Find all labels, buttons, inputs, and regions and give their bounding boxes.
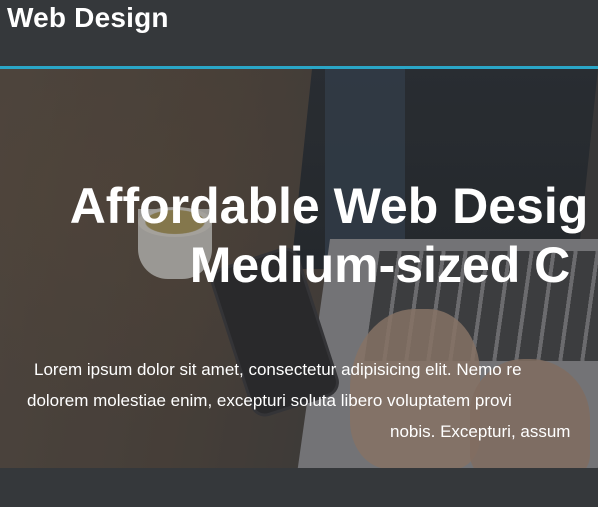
hero-title: Affordable Web Desig Medium-sized C <box>0 177 598 294</box>
hero-title-line-2: Medium-sized C <box>189 237 571 293</box>
top-nav-bar: Web Design <box>0 0 598 69</box>
hero-description: Lorem ipsum dolor sit amet, consectetur … <box>0 354 598 447</box>
hero-description-line-2: dolorem molestiae enim, excepturi soluta… <box>27 391 512 410</box>
hero-title-line-1: Affordable Web Desig <box>69 178 589 234</box>
hero-section: Affordable Web Desig Medium-sized C Lore… <box>0 69 598 468</box>
below-hero-strip <box>0 468 598 507</box>
hero-description-line-1: Lorem ipsum dolor sit amet, consectetur … <box>34 360 522 379</box>
site-brand[interactable]: Web Design <box>7 2 169 34</box>
hero-description-line-3: nobis. Excepturi, assum <box>390 422 571 441</box>
